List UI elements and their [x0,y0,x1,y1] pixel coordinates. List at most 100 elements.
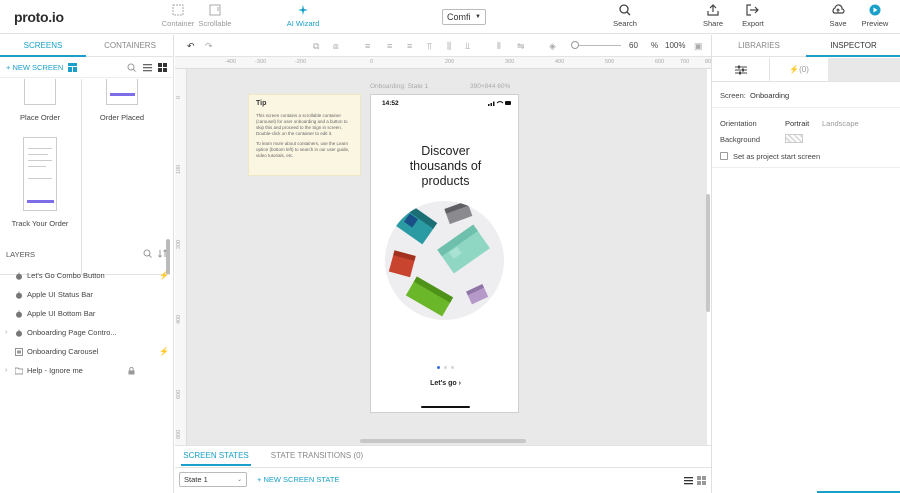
grid-view-icon[interactable] [697,476,706,485]
ruler-tick: 600 [655,59,665,65]
screen-thumbnail [23,137,57,211]
apple-icon [16,310,22,318]
screen-name-field[interactable]: Onboarding [750,91,789,100]
share-button[interactable]: Share [700,4,726,28]
layer-row[interactable]: Apple UI Status Bar [0,286,174,305]
layer-row[interactable]: Let's Go Combo Button ⚡ [0,267,174,286]
project-name: Comfi [447,12,471,22]
orientation-portrait[interactable]: Portrait [785,119,809,128]
play-icon [869,4,881,16]
search-icon[interactable] [127,63,136,72]
layer-label: Let's Go Combo Button [27,271,105,280]
ai-wizard-button[interactable]: AI Wizard [285,4,321,28]
align-bottom-icon[interactable]: ⫫ [465,41,470,52]
properties-subtab[interactable] [712,58,770,81]
search-icon[interactable] [143,249,152,258]
editor-toolbar: ↶ ↷ ⧉ ⧈ ≡ ≡ ≡ ⫪ ⫼ ⫫ ⫴ ⇋ ◈ 60 % 100% ▣ [175,35,711,57]
preview-button[interactable]: Preview [858,4,892,28]
tab-libraries[interactable]: LIBRARIES [712,35,806,57]
onboarding-headline: Discover thousands of products [371,144,520,189]
project-select[interactable]: Comfi ▼ [442,9,486,25]
ruler-tick: 0 [176,95,182,99]
scrollable-label: Scrollable [198,19,232,28]
export-button[interactable]: Export [736,4,770,28]
start-screen-checkbox[interactable] [720,152,728,160]
align-top-icon[interactable]: ⫪ [427,41,432,52]
save-button[interactable]: Save [826,4,850,28]
screen-template-icon[interactable] [68,63,77,72]
canvas-horizontal-scrollbar[interactable] [360,439,526,443]
scrollable-button[interactable]: Scrollable [197,4,233,28]
screen-thumb[interactable]: Track Your Order [0,137,80,257]
start-screen-label: Set as project start screen [733,152,821,161]
chevron-right-icon[interactable]: › [5,329,7,336]
ruler-tick: 800 [176,429,182,439]
zoom-slider-handle[interactable] [571,41,579,49]
artboard-phone[interactable]: 14:52 Discover thousands of products Let… [370,94,519,413]
tab-screen-states[interactable]: SCREEN STATES [181,446,251,466]
search-button[interactable]: Search [610,4,640,28]
undo-icon[interactable]: ↶ [187,41,195,52]
onboarding-carousel[interactable] [385,201,504,320]
apple-icon [16,272,22,280]
align-right-icon[interactable]: ≡ [407,41,412,51]
interactions-subtab[interactable]: ⚡(0) [770,58,828,81]
ruler-tick: 300 [505,59,515,65]
canvas[interactable]: Tip This screen contains a scrollable co… [187,69,707,445]
layers-title: LAYERS [6,250,36,259]
tab-inspector[interactable]: INSPECTOR [806,35,900,57]
chevron-down-icon: ⌄ [236,477,242,483]
empty-subtab [828,58,900,81]
layer-label: Onboarding Carousel [27,347,99,356]
page-indicator[interactable] [437,362,458,371]
layer-row[interactable]: Onboarding Carousel ⚡ [0,343,174,362]
distribute-horizontal-icon[interactable]: ⫴ [497,41,501,52]
list-view-icon[interactable] [143,63,152,72]
fit-screen-icon[interactable]: ▣ [694,41,703,52]
state-select[interactable]: State 1 ⌄ [179,472,247,487]
sort-icon[interactable] [158,249,167,258]
grid-view-icon[interactable] [158,63,167,72]
status-icons [488,101,511,106]
tab-containers[interactable]: CONTAINERS [86,35,174,57]
container-button[interactable]: Container [161,4,195,28]
align-center-icon[interactable]: ≡ [387,41,392,51]
artboard-label: Onboarding: State 1 [370,83,429,90]
background-label: Background [720,135,761,144]
left-panel-tabs: SCREENS CONTAINERS [0,35,174,57]
layer-label: Onboarding Page Contro... [27,328,117,337]
app-logo[interactable]: proto.io [14,9,64,25]
align-middle-icon[interactable]: ⫼ [447,41,451,52]
ruler-tick: 200 [445,59,455,65]
background-color-swatch[interactable] [785,134,803,143]
new-screen-state-button[interactable]: + NEW SCREEN STATE [257,475,339,484]
lets-go-button[interactable]: Let's go › [371,380,520,387]
tab-screens[interactable]: SCREENS [0,35,86,57]
orientation-landscape[interactable]: Landscape [822,119,859,128]
group-icon[interactable]: ⧉ [313,41,319,52]
export-label: Export [742,19,764,28]
fill-icon[interactable]: ◈ [549,41,556,52]
redo-icon[interactable]: ↷ [205,41,213,52]
zoom-value[interactable]: 60 [629,41,638,50]
tip-body: This screen contains a scrollable contai… [256,113,348,136]
chevron-right-icon[interactable]: › [5,367,7,374]
ungroup-icon[interactable]: ⧈ [333,41,339,52]
lock-icon[interactable] [128,367,135,375]
search-label: Search [613,19,637,28]
lightning-icon: ⚡ [159,271,169,280]
distribute-vertical-icon[interactable]: ⇋ [517,41,525,52]
apple-icon [16,291,22,299]
zoom-reset[interactable]: 100% [665,41,685,50]
layer-row[interactable]: Apple UI Bottom Bar [0,305,174,324]
new-screen-button[interactable]: + NEW SCREEN [6,63,63,72]
align-left-icon[interactable]: ≡ [365,41,370,51]
screen-thumb[interactable]: Order Placed [82,79,162,159]
new-screen-label: NEW SCREEN [12,63,64,72]
canvas-vertical-scrollbar[interactable] [706,194,710,312]
tip-note[interactable]: Tip This screen contains a scrollable co… [248,94,361,176]
layer-row[interactable]: › Help - Ignore me [0,362,174,381]
layer-row[interactable]: › Onboarding Page Contro... [0,324,174,343]
list-view-icon[interactable] [684,476,693,485]
tab-state-transitions[interactable]: STATE TRANSITIONS (0) [269,446,365,466]
